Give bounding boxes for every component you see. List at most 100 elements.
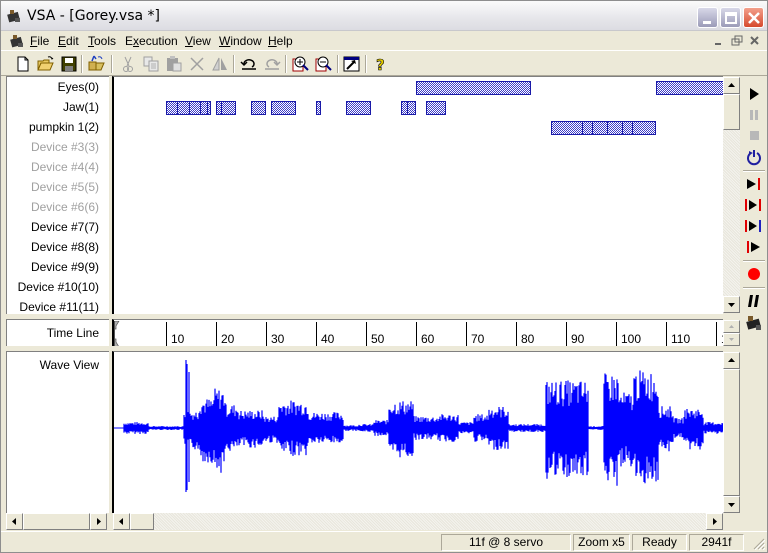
zoom-out-button[interactable] [314,54,334,74]
scroll-thumb[interactable] [23,513,90,530]
scroll-right-button[interactable] [90,513,107,530]
save-file-button[interactable] [59,54,79,74]
servo-button[interactable] [744,313,764,333]
keyframe-block[interactable] [426,101,446,115]
scroll-up-button[interactable] [723,77,740,94]
menu-window[interactable]: Window [219,34,262,48]
track-vertical-scrollbar[interactable] [723,77,740,313]
paste-button[interactable] [164,54,184,74]
record-button[interactable] [744,264,764,284]
undo-button[interactable] [239,54,259,74]
scroll-up-button[interactable] [723,352,740,369]
keyframe-block[interactable] [346,101,371,115]
timeline-tick-label: 30 [271,332,285,346]
timeline-spinner[interactable] [723,320,740,346]
scroll-thumb[interactable] [130,513,154,530]
keyframe-divider [407,102,408,114]
timeline-tick [616,322,617,346]
play-button[interactable] [744,84,764,104]
stop-button[interactable] [744,126,764,146]
spin-up-button[interactable] [723,320,740,333]
keyframe-block[interactable] [271,101,296,115]
arrow-right-icon [97,518,101,525]
pause-button[interactable] [744,105,764,125]
import-folder-icon [88,55,105,71]
track-name[interactable]: Device #6(6) [31,200,99,214]
tool-settings-button[interactable] [342,54,362,74]
play-between-markers-button[interactable] [744,195,764,215]
scroll-thumb[interactable] [723,369,740,496]
maximize-button[interactable] [720,7,741,28]
close-button[interactable] [743,7,764,28]
menu-help[interactable]: Help [268,34,293,48]
delete-button[interactable] [187,54,207,74]
scroll-left-button[interactable] [6,513,23,530]
track-name[interactable]: Device #5(5) [31,180,99,194]
resize-grip-icon[interactable] [753,538,765,550]
redo-button[interactable] [262,54,282,74]
fast-pause-button[interactable] [744,291,764,311]
track-name[interactable]: Device #7(7) [31,220,99,234]
main-horizontal-scrollbar[interactable] [113,513,723,530]
track-name[interactable]: Device #4(4) [31,160,99,174]
mdi-restore-button[interactable] [729,34,745,48]
document-servo-icon[interactable] [9,33,25,49]
scroll-thumb[interactable] [723,94,740,130]
keyframe-block[interactable] [251,101,266,115]
names-horizontal-scrollbar[interactable] [6,513,107,530]
keyframe-block[interactable] [656,81,723,95]
keyframe-block[interactable] [166,101,211,115]
menu-view[interactable]: View [185,34,211,48]
menu-tools[interactable]: Tools [88,34,116,48]
stop-icon [750,131,759,140]
track-name[interactable]: Eyes(0) [58,80,99,94]
timeline-tick-label: 60 [421,332,435,346]
copy-button[interactable] [141,54,161,74]
keyframe-block[interactable] [316,101,321,115]
keyframe-block[interactable] [401,101,416,115]
track-name[interactable]: Device #3(3) [31,140,99,154]
minimize-button[interactable] [697,7,718,28]
keyframe-block[interactable] [416,81,531,95]
keyframe-block[interactable] [551,121,656,135]
open-file-button[interactable] [36,54,56,74]
new-file-button[interactable] [13,54,33,74]
spin-down-button[interactable] [723,333,740,346]
track-name[interactable]: pumpkin 1(2) [29,120,99,134]
track-name[interactable]: Jaw(1) [63,100,99,114]
import-button[interactable] [87,54,107,74]
keyframe-block[interactable] [216,101,236,115]
cut-button[interactable] [118,54,138,74]
keyframe-divider [622,122,623,134]
mdi-minimize-button[interactable] [711,34,727,48]
help-button[interactable]: ? [371,54,391,74]
track-area[interactable] [112,76,723,314]
menu-execution[interactable]: Execution [125,34,178,48]
loop-button[interactable] [744,147,764,167]
menu-edit[interactable]: Edit [58,34,79,48]
mirror-button[interactable] [210,54,230,74]
arrow-right-icon [713,518,717,525]
mdi-close-button[interactable] [747,34,763,48]
timeline-ruler[interactable]: 1020304050607080901001101 [112,319,723,346]
scroll-left-button[interactable] [113,513,130,530]
wave-vertical-scrollbar[interactable] [723,352,740,513]
play-from-marker-button[interactable] [744,237,764,257]
record-icon [748,268,760,280]
track-name[interactable]: Device #11(11) [19,300,99,314]
start-marker-icon[interactable] [114,321,122,346]
title-bar[interactable]: VSA - [Gorey.vsa *] [1,1,767,31]
scroll-down-button[interactable] [723,496,740,513]
track-name[interactable]: Device #8(8) [31,240,99,254]
menu-file[interactable]: File [30,34,49,48]
play-from-marker-to-end-button[interactable] [744,216,764,236]
play-to-end-button[interactable] [744,174,764,194]
arrow-up-icon [728,83,735,87]
track-name[interactable]: Device #9(9) [31,260,99,274]
zoom-in-button[interactable] [291,54,311,74]
scroll-right-button[interactable] [706,513,723,530]
scroll-down-button[interactable] [723,296,740,313]
wave-view[interactable] [112,351,723,513]
undo-icon [240,59,256,70]
track-name[interactable]: Device #10(10) [18,280,99,294]
